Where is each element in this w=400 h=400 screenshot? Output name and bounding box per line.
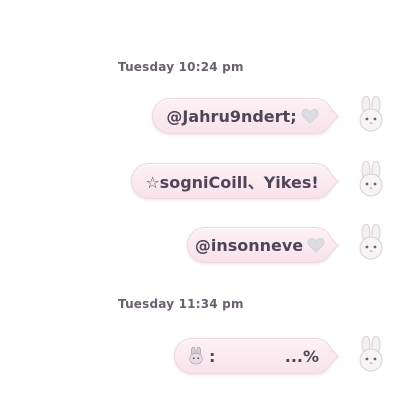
message-text: ☆sogniCoill、Yikes! xyxy=(145,173,319,192)
message-bubble[interactable]: @Jahru9ndert; xyxy=(152,98,333,134)
message-text: @Jahru9ndert; xyxy=(166,106,297,126)
bunny-emoji-icon xyxy=(189,347,203,365)
timestamp: Tuesday 10:24 pm xyxy=(118,60,244,74)
grey-heart-icon xyxy=(301,109,319,124)
bunny-avatar-icon[interactable] xyxy=(356,336,386,374)
bunny-avatar-icon[interactable] xyxy=(356,224,386,262)
message-prefix: : xyxy=(209,346,216,366)
grey-heart-icon xyxy=(307,238,325,253)
message-bubble[interactable]: : ...% xyxy=(174,338,333,374)
message-text: ...% xyxy=(284,346,319,366)
timestamp: Tuesday 11:34 pm xyxy=(118,297,244,311)
message-text: @insonneve xyxy=(194,235,304,255)
message-bubble[interactable]: ☆sogniCoill、Yikes! xyxy=(131,163,333,199)
message-bubble[interactable]: @insonneve xyxy=(187,227,333,263)
bunny-avatar-icon[interactable] xyxy=(356,161,386,199)
bunny-avatar-icon[interactable] xyxy=(356,96,386,134)
chat-screen: Tuesday 10:24 pm @Jahru9ndert; ☆sogniCoi… xyxy=(0,0,400,400)
